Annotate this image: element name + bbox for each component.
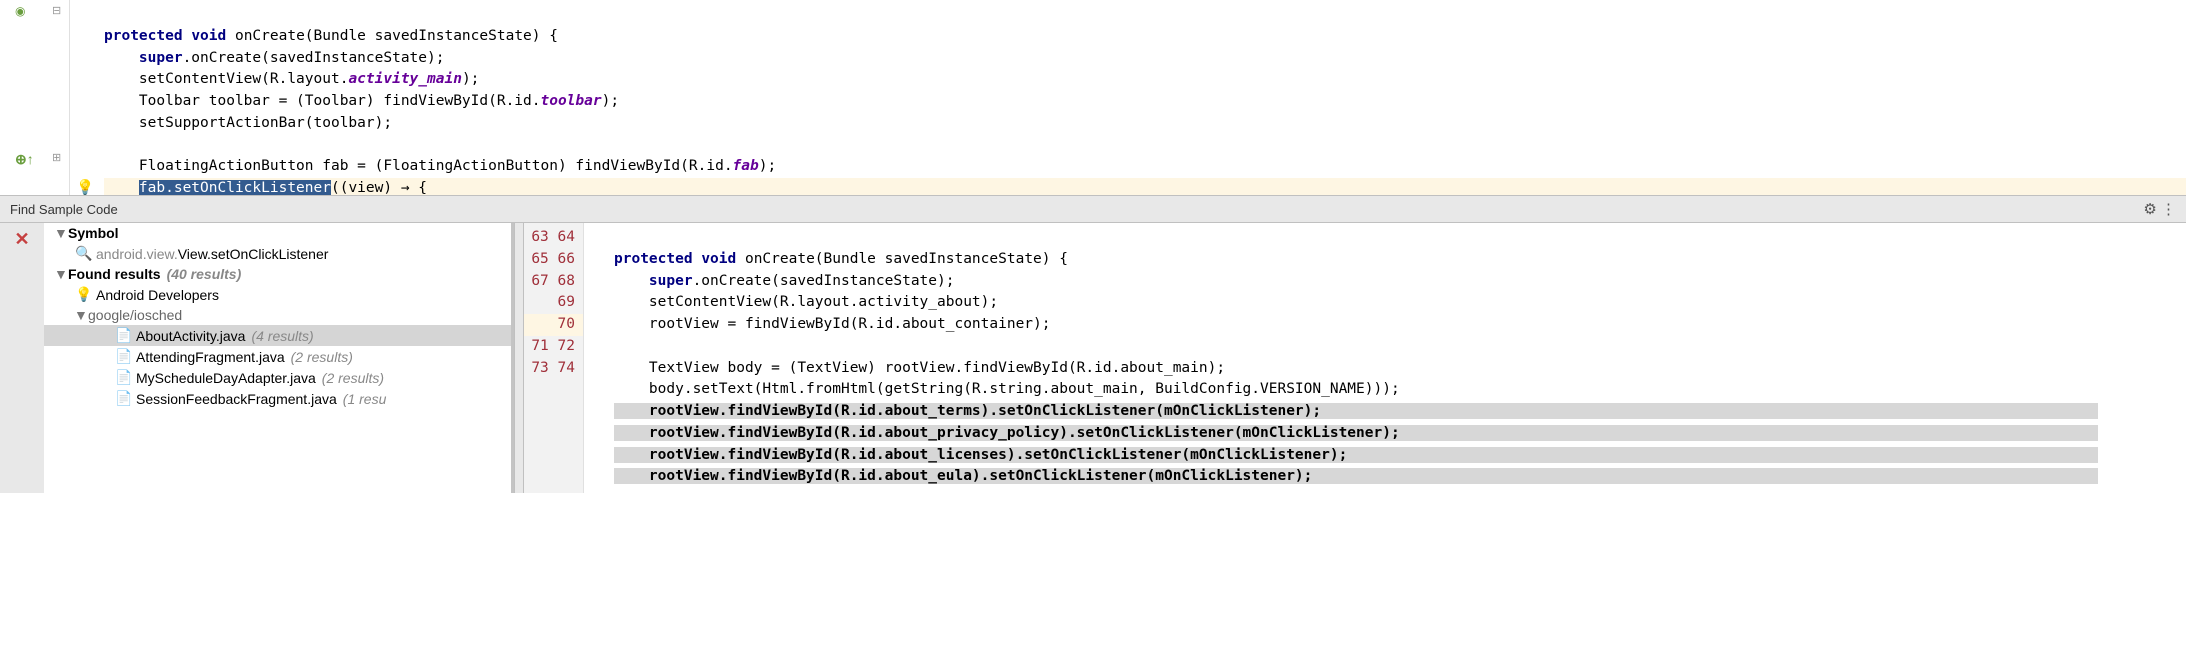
tree-node-symbol[interactable]: ▼ Symbol (44, 223, 511, 243)
vcs-add-icon[interactable]: ⊕↑ (15, 151, 34, 168)
line-number: 73 (531, 360, 548, 376)
editor-main[interactable]: ◉ ⊟ ⊕↑ ⊞ 💡 protected void onCreate(Bundle… (0, 0, 2186, 195)
tree-node-symbol-path[interactable]: 🔍 android.view.View.setOnClickListener (44, 243, 511, 264)
code-token: FloatingActionButton fab = (FloatingActi… (139, 158, 733, 174)
tree-file-item[interactable]: 📄 AttendingFragment.java (2 results) (44, 346, 511, 367)
tree-label: Found results (68, 266, 161, 282)
chevron-down-icon[interactable]: ▼ (54, 266, 68, 282)
code-token: setSupportActionBar(toolbar); (139, 115, 392, 131)
code-token: ); (602, 93, 619, 109)
code-token: fab (733, 158, 759, 174)
code-token: setContentView(R.layout. (139, 71, 349, 87)
line-number: 63 (531, 229, 548, 245)
gear-icon[interactable]: ⚙ ⋮ (2143, 200, 2176, 218)
symbol-path-prefix: android.view. (96, 246, 178, 262)
tree-file-item[interactable]: 📄 AboutActivity.java (4 results) (44, 325, 511, 346)
code-token: void (701, 251, 736, 267)
chevron-down-icon[interactable]: ▼ (54, 225, 68, 241)
sample-code-area[interactable]: protected void onCreate(Bundle savedInst… (584, 223, 2186, 493)
code-token: rootView.findViewById(R.id.about_eula).s… (649, 468, 1312, 484)
line-number: 72 (558, 338, 575, 354)
result-count: (1 resu (343, 391, 387, 407)
panel-side-toolbar: ✕ (0, 223, 44, 493)
editor-code-area[interactable]: 💡 protected void onCreate(Bundle savedIns… (70, 0, 2186, 195)
chevron-down-icon[interactable]: ▼ (74, 307, 88, 323)
code-token: rootView.findViewById(R.id.about_license… (649, 447, 1347, 463)
tree-file-item[interactable]: 📄 SessionFeedbackFragment.java (1 resu (44, 388, 511, 409)
selection: fab.setOnClickListener (139, 180, 331, 195)
file-name: AttendingFragment.java (136, 349, 285, 365)
line-number: 74 (558, 360, 575, 376)
result-count: (2 results) (291, 349, 353, 365)
code-token: rootView.findViewById(R.id.about_privacy… (649, 425, 1400, 441)
editor-gutter: ◉ ⊟ ⊕↑ ⊞ (0, 0, 70, 195)
code-match: rootView.findViewById(R.id.about_terms).… (614, 403, 2098, 484)
code-token: protected (104, 28, 183, 44)
file-name: AboutActivity.java (136, 328, 245, 344)
file-name: SessionFeedbackFragment.java (136, 391, 337, 407)
code-token: Toolbar toolbar = (Toolbar) findViewById… (139, 93, 541, 109)
tree-label: Symbol (68, 225, 119, 241)
file-name: MyScheduleDayAdapter.java (136, 370, 316, 386)
tree-label: google/iosched (88, 307, 182, 323)
result-count: (2 results) (322, 370, 384, 386)
code-token: protected (614, 251, 693, 267)
code-token: rootView = findViewById(R.id.about_conta… (649, 316, 1051, 332)
java-file-icon: 📄 (114, 327, 134, 344)
bulb-icon: 💡 (74, 286, 94, 303)
panel-title: Find Sample Code (10, 202, 118, 217)
code-token: toolbar (541, 93, 602, 109)
code-token: ); (462, 71, 479, 87)
results-tree[interactable]: ▼ Symbol 🔍 android.view.View.setOnClickL… (44, 223, 514, 493)
code-token: .onCreate(savedInstanceState); (183, 50, 445, 66)
line-number-gutter: 63 64 65 66 67 68 69 70 71 72 73 74 (524, 223, 584, 493)
fold-collapse-icon[interactable]: ⊟ (52, 4, 61, 17)
tree-label: Android Developers (96, 287, 219, 303)
line-number: 70 (524, 314, 583, 336)
result-count: (40 results) (167, 266, 242, 282)
sample-code-viewer[interactable]: 63 64 65 66 67 68 69 70 71 72 73 74 prote… (524, 223, 2186, 493)
override-icon[interactable]: ◉ (15, 4, 25, 18)
find-sample-panel-body: ✕ ▼ Symbol 🔍 android.view.View.setOnClic… (0, 223, 2186, 493)
line-number: 65 (531, 251, 548, 267)
code-token: void (191, 28, 226, 44)
line-number: 66 (558, 251, 575, 267)
code-token: activity_main (348, 71, 462, 87)
code-token: TextView body = (TextView) rootView.find… (649, 360, 1225, 376)
tree-node-found[interactable]: ▼ Found results (40 results) (44, 264, 511, 284)
java-file-icon: 📄 (114, 369, 134, 386)
tree-file-item[interactable]: 📄 MyScheduleDayAdapter.java (2 results) (44, 367, 511, 388)
java-file-icon: 📄 (114, 348, 134, 365)
fold-expand-icon[interactable]: ⊞ (52, 151, 61, 164)
tree-node-anddev[interactable]: 💡 Android Developers (44, 284, 511, 305)
result-count: (4 results) (251, 328, 313, 344)
code-token: onCreate(Bundle savedInstanceState) { (226, 28, 558, 44)
code-token: rootView.findViewById(R.id.about_terms).… (649, 403, 1321, 419)
intention-bulb-icon[interactable]: 💡 (76, 180, 94, 195)
code-token: body.setText(Html.fromHtml(getString(R.s… (649, 381, 1400, 397)
code-token: setContentView(R.layout.activity_about); (649, 294, 998, 310)
vertical-splitter[interactable] (514, 223, 524, 493)
line-number: 71 (531, 338, 548, 354)
close-icon[interactable]: ✕ (14, 229, 29, 249)
code-token: ((view) → { (331, 180, 427, 195)
line-number: 67 (531, 273, 548, 289)
line-number: 64 (558, 229, 575, 245)
line-number: 68 (558, 273, 575, 289)
code-token: .onCreate(savedInstanceState); (693, 273, 955, 289)
tree-node-iosched[interactable]: ▼ google/iosched (44, 305, 511, 325)
search-icon: 🔍 (74, 245, 94, 262)
code-token: super (649, 273, 693, 289)
symbol-path-main: View.setOnClickListener (178, 246, 329, 262)
code-token: super (139, 50, 183, 66)
find-sample-panel-header: Find Sample Code ⚙ ⋮ (0, 195, 2186, 223)
java-file-icon: 📄 (114, 390, 134, 407)
code-token: ); (759, 158, 776, 174)
code-token: onCreate(Bundle savedInstanceState) { (736, 251, 1068, 267)
line-number: 69 (558, 294, 575, 310)
